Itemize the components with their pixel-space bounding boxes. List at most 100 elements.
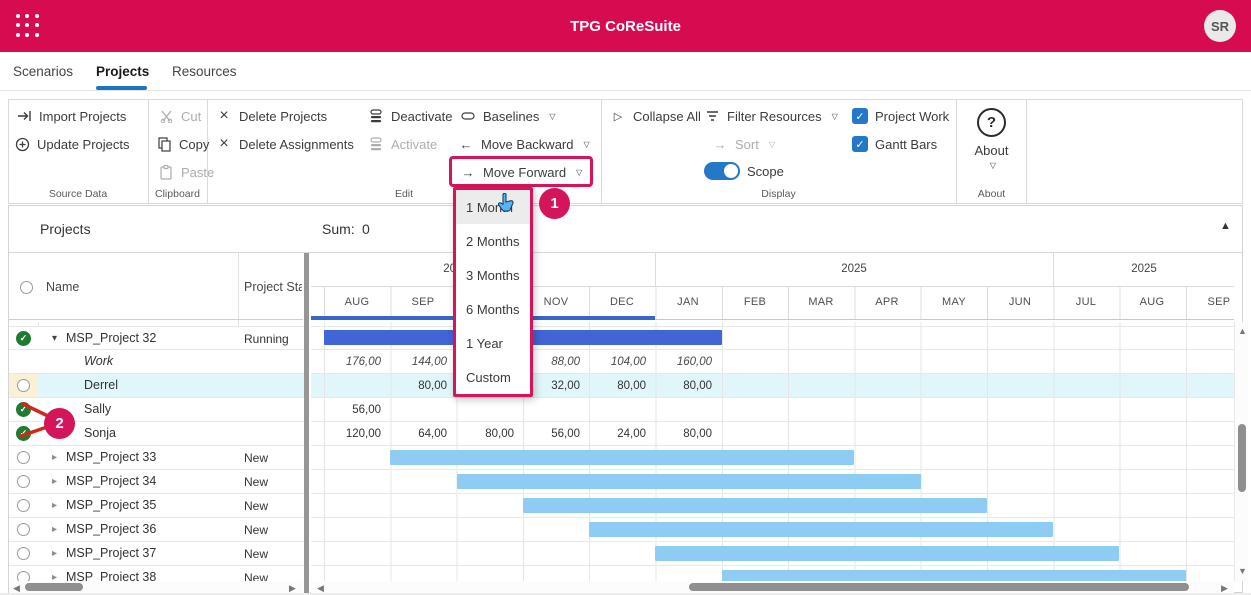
- gantt-bar-project-33[interactable]: [390, 450, 854, 465]
- assignment-cell[interactable]: 56,00: [324, 398, 390, 422]
- table-row[interactable]: Work: [9, 350, 304, 374]
- row-radio[interactable]: [17, 475, 30, 488]
- activate-button[interactable]: Activate: [368, 133, 437, 155]
- row-radio[interactable]: [17, 379, 30, 392]
- expand-row-icon[interactable]: ▸: [52, 452, 57, 463]
- gantt-bar-project-35[interactable]: [523, 498, 987, 513]
- copy-icon: [156, 137, 172, 152]
- table-row[interactable]: ▸ MSP_Project 36 New: [9, 518, 304, 542]
- resource-active-check-icon[interactable]: ✓: [16, 402, 31, 417]
- sum-value: 0: [362, 221, 370, 237]
- tab-scenarios[interactable]: Scenarios: [13, 52, 73, 90]
- baselines-button[interactable]: Baselines▽: [460, 105, 556, 127]
- vscrollbar-thumb[interactable]: [1238, 424, 1246, 492]
- scope-toggle-row: Scope: [704, 160, 784, 182]
- update-projects-button[interactable]: Update Projects: [14, 133, 130, 155]
- sort-button[interactable]: → Sort▽: [712, 133, 775, 155]
- assignment-cell[interactable]: 56,00: [523, 422, 589, 446]
- year-header-row: 2024 2025 2025: [311, 253, 1234, 287]
- year-label: 2025: [828, 263, 880, 275]
- tab-projects[interactable]: Projects: [96, 52, 149, 90]
- resource-active-check-icon[interactable]: ✓: [16, 426, 31, 441]
- menu-item-2-months[interactable]: 2 Months: [456, 224, 530, 258]
- column-header-name[interactable]: Name: [46, 280, 79, 294]
- app-launcher-icon[interactable]: [16, 14, 40, 38]
- column-header-status[interactable]: Project Sta: [244, 280, 302, 294]
- chevron-down-icon: ▽: [769, 140, 775, 149]
- help-icon: ?: [977, 108, 1006, 137]
- gantt-bar-project-34[interactable]: [457, 474, 921, 489]
- table-row[interactable]: ▸ MSP_Project 33 New: [9, 446, 304, 470]
- about-button[interactable]: ? About ▽: [957, 108, 1026, 170]
- collapse-all-button[interactable]: ▷ Collapse All: [610, 105, 701, 127]
- gantt-bars-checkbox[interactable]: ✓: [852, 136, 868, 152]
- paste-button[interactable]: Paste: [158, 161, 214, 183]
- row-radio[interactable]: [17, 499, 30, 512]
- grid-splitter[interactable]: [303, 253, 310, 593]
- menu-item-6-months[interactable]: 6 Months: [456, 292, 530, 326]
- project-work-checkbox[interactable]: ✓: [852, 108, 868, 124]
- table-row[interactable]: ▸ MSP_Project 37 New: [9, 542, 304, 566]
- work-cell[interactable]: 176,00: [324, 350, 390, 374]
- panel-collapse-icon[interactable]: ▲: [1220, 220, 1231, 232]
- row-radio[interactable]: [17, 523, 30, 536]
- year-label: 2025: [1118, 263, 1170, 275]
- table-row[interactable]: ✓ ▾ MSP_Project 32 Running: [9, 326, 304, 350]
- project-active-check-icon[interactable]: ✓: [16, 331, 31, 346]
- chevron-down-icon: ▽: [549, 112, 555, 121]
- hscrollbar-thumb[interactable]: [25, 583, 83, 591]
- expand-row-icon[interactable]: ▸: [52, 476, 57, 487]
- row-radio[interactable]: [17, 547, 30, 560]
- tab-resources[interactable]: Resources: [172, 52, 237, 90]
- move-backward-button[interactable]: ← Move Backward▽: [458, 133, 590, 155]
- group-label-about: About: [957, 188, 1026, 200]
- scroll-up-icon[interactable]: ▲: [1238, 325, 1247, 337]
- month-header: JUL: [1053, 296, 1119, 308]
- work-cell[interactable]: 144,00: [390, 350, 456, 374]
- select-all-radio[interactable]: [20, 281, 33, 294]
- copy-button[interactable]: Copy: [156, 133, 209, 155]
- gantt-hscrollbar: ◀ ▶: [311, 581, 1234, 593]
- expand-row-icon[interactable]: ▸: [52, 548, 57, 559]
- menu-item-1-month[interactable]: 1 Month: [456, 190, 530, 224]
- menu-item-1-year[interactable]: 1 Year: [456, 326, 530, 360]
- expand-row-icon[interactable]: ▸: [52, 500, 57, 511]
- hscrollbar-thumb[interactable]: [689, 583, 1189, 591]
- filter-resources-button[interactable]: Filter Resources▽: [704, 105, 838, 127]
- assignment-cell[interactable]: 80,00: [390, 374, 456, 398]
- work-cell[interactable]: 160,00: [655, 350, 721, 374]
- scope-toggle[interactable]: [704, 162, 740, 180]
- gantt-bar-project-38[interactable]: [722, 570, 1186, 581]
- assignment-cell[interactable]: 120,00: [324, 422, 390, 446]
- gantt-bar-project-36[interactable]: [589, 522, 1053, 537]
- collapse-row-icon[interactable]: ▾: [52, 333, 57, 344]
- table-row[interactable]: ▸ MSP_Project 35 New: [9, 494, 304, 518]
- work-cell[interactable]: 104,00: [589, 350, 655, 374]
- annotation-step-2-badge: 2: [44, 408, 75, 439]
- assignment-cell[interactable]: 80,00: [655, 422, 721, 446]
- expand-row-icon[interactable]: ▸: [52, 572, 57, 581]
- assignment-cell[interactable]: 64,00: [390, 422, 456, 446]
- delete-assignments-button[interactable]: × Delete Assignments: [216, 133, 354, 155]
- row-radio[interactable]: [17, 451, 30, 464]
- user-avatar[interactable]: SR: [1204, 10, 1236, 42]
- import-projects-button[interactable]: Import Projects: [16, 105, 126, 127]
- cut-button[interactable]: Cut: [158, 105, 201, 127]
- assignment-cell[interactable]: 80,00: [457, 422, 523, 446]
- expand-row-icon[interactable]: ▸: [52, 524, 57, 535]
- table-row[interactable]: Derrel: [9, 374, 304, 398]
- month-header: JUN: [987, 296, 1053, 308]
- menu-item-custom[interactable]: Custom: [456, 360, 530, 394]
- assignment-cell[interactable]: 80,00: [655, 374, 721, 398]
- delete-projects-button[interactable]: × Delete Projects: [216, 105, 327, 127]
- assignment-cell[interactable]: 80,00: [589, 374, 655, 398]
- table-row[interactable]: ▸ MSP_Project 38 New: [9, 566, 304, 581]
- row-radio[interactable]: [17, 571, 30, 581]
- deactivate-button[interactable]: Deactivate: [368, 105, 452, 127]
- gantt-bars-checkbox-row: ✓ Gantt Bars: [852, 133, 937, 155]
- scroll-down-icon[interactable]: ▼: [1238, 565, 1247, 577]
- table-row[interactable]: ▸ MSP_Project 34 New: [9, 470, 304, 494]
- menu-item-3-months[interactable]: 3 Months: [456, 258, 530, 292]
- gantt-bar-project-37[interactable]: [655, 546, 1119, 561]
- assignment-cell[interactable]: 24,00: [589, 422, 655, 446]
